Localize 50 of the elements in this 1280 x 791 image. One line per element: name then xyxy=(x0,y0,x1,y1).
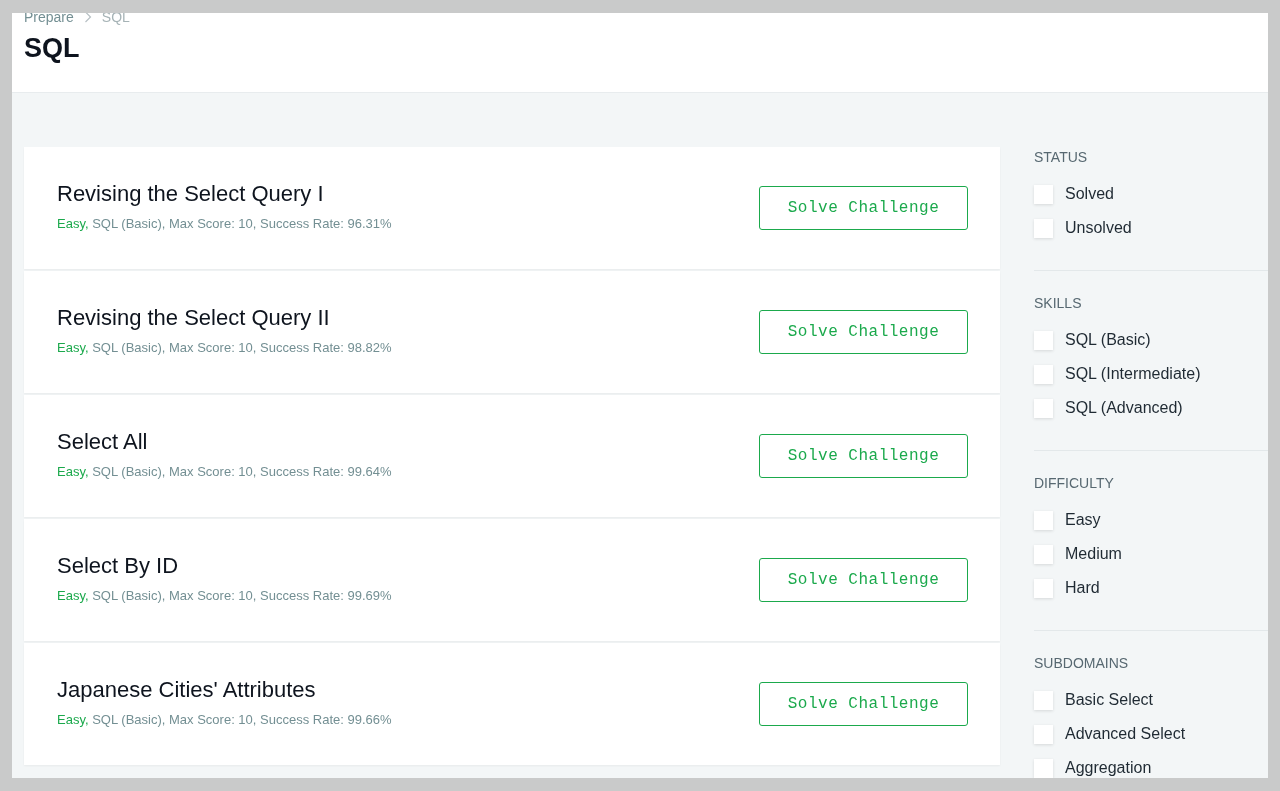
filter-option-label: SQL (Advanced) xyxy=(1065,399,1183,417)
difficulty-label: Easy, xyxy=(57,464,89,479)
checkbox[interactable] xyxy=(1034,690,1053,710)
filter-option-label: Solved xyxy=(1065,185,1114,203)
checkbox[interactable] xyxy=(1034,398,1053,418)
breadcrumb-link[interactable]: SQL xyxy=(101,13,130,25)
filter-heading: STATUS xyxy=(1034,149,1089,165)
challenge-details: SQL (Basic), Max Score: 10, Success Rate: 96.31% xyxy=(92,216,392,231)
difficulty-label: Easy, xyxy=(57,340,89,355)
filter-heading: SUBDOMAINS xyxy=(1034,655,1130,671)
checkbox[interactable] xyxy=(1034,510,1053,530)
checkbox[interactable] xyxy=(1034,758,1053,778)
solve-challenge-button[interactable]: Solve Challenge xyxy=(759,682,968,726)
checkbox[interactable] xyxy=(1034,330,1053,350)
checkbox[interactable] xyxy=(1034,724,1053,744)
filter-option-label: Unsolved xyxy=(1065,219,1132,237)
breadcrumb-link[interactable]: Prepare xyxy=(24,13,74,25)
filter-option-label: Basic Select xyxy=(1065,691,1154,709)
solve-challenge-button[interactable]: Solve Challenge xyxy=(759,434,968,478)
filter-option-label: Hard xyxy=(1065,579,1100,597)
challenge-title[interactable]: Japanese Cities' Attributes xyxy=(57,677,392,703)
chevron-right-icon xyxy=(83,13,92,23)
filter-heading: DIFFICULTY xyxy=(1034,475,1115,491)
checkbox[interactable] xyxy=(1034,218,1053,238)
filter-option-label: Advanced Select xyxy=(1065,725,1186,743)
challenge-title[interactable]: Revising the Select Query I xyxy=(57,181,392,207)
challenge-details: SQL (Basic), Max Score: 10, Success Rate: 99.64% xyxy=(92,464,392,479)
difficulty-label: Easy, xyxy=(57,588,89,603)
challenge-details: SQL (Basic), Max Score: 10, Success Rate: 98.82% xyxy=(92,340,392,355)
solve-challenge-button[interactable]: Solve Challenge xyxy=(759,310,968,354)
solve-challenge-button[interactable]: Solve Challenge xyxy=(759,186,968,230)
checkbox[interactable] xyxy=(1034,364,1053,384)
checkbox[interactable] xyxy=(1034,184,1053,204)
filter-option-label: SQL (Basic) xyxy=(1065,331,1151,349)
filter-option-label: Medium xyxy=(1065,545,1122,563)
challenge-title[interactable]: Select All xyxy=(57,429,392,455)
checkbox[interactable] xyxy=(1034,544,1053,564)
solve-challenge-button[interactable]: Solve Challenge xyxy=(759,558,968,602)
checkbox[interactable] xyxy=(1034,578,1053,598)
filter-option-label: SQL (Intermediate) xyxy=(1065,365,1201,383)
difficulty-label: Easy, xyxy=(57,712,89,727)
page-title: SQL xyxy=(24,33,81,64)
challenge-title[interactable]: Revising the Select Query II xyxy=(57,305,392,331)
challenge-title[interactable]: Select By ID xyxy=(57,553,392,579)
filter-heading: SKILLS xyxy=(1034,295,1083,311)
challenge-details: SQL (Basic), Max Score: 10, Success Rate: 99.69% xyxy=(92,588,392,603)
difficulty-label: Easy, xyxy=(57,216,89,231)
challenge-details: SQL (Basic), Max Score: 10, Success Rate: 99.66% xyxy=(92,712,392,727)
filter-option-label: Easy xyxy=(1065,511,1101,529)
filter-option-label: Aggregation xyxy=(1065,759,1152,777)
